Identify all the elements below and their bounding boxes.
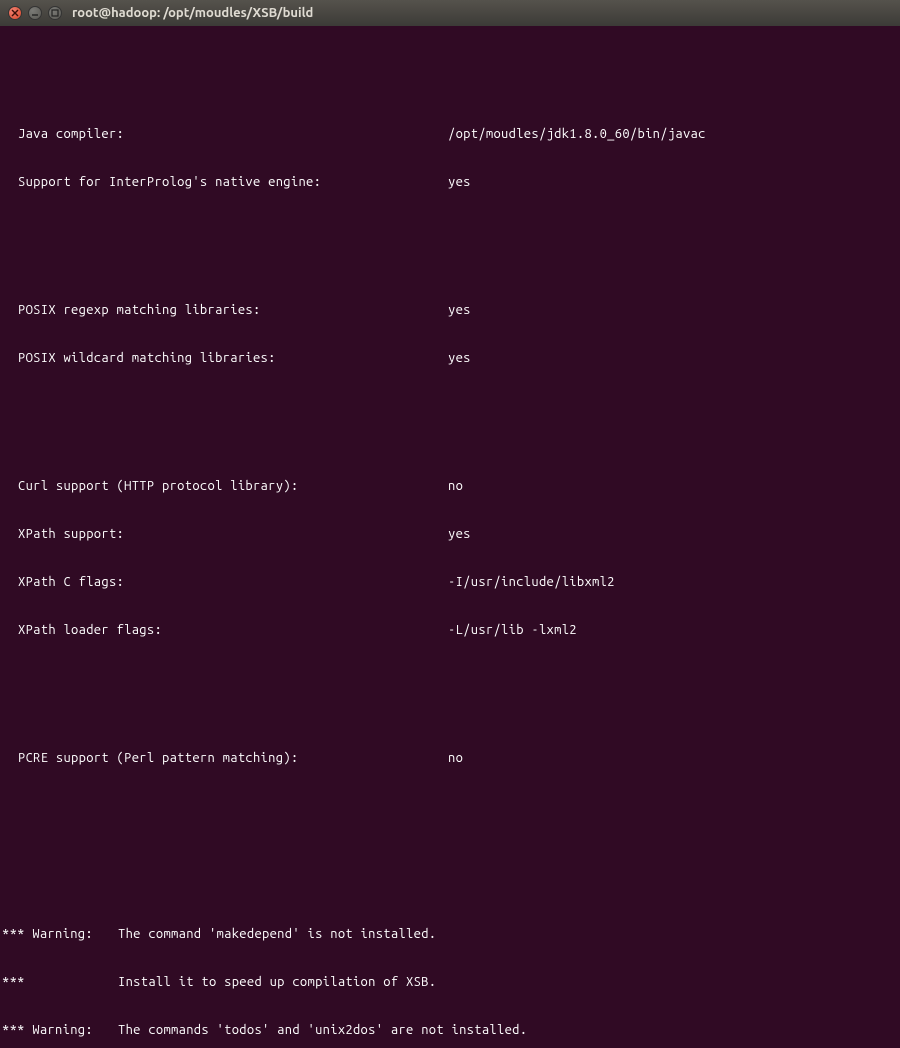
minimize-icon[interactable] — [28, 6, 42, 20]
config-value: yes — [448, 174, 898, 190]
config-label: XPath loader flags: — [2, 622, 448, 638]
warning-prefix: *** Warning: — [2, 926, 118, 942]
config-value: no — [448, 750, 898, 766]
config-row: Curl support (HTTP protocol library): no — [2, 478, 898, 494]
warning-text: The commands 'todos' and 'unix2dos' are … — [118, 1022, 898, 1038]
config-row: XPath loader flags: -L/usr/lib -lxml2 — [2, 622, 898, 638]
config-row: Support for InterProlog's native engine:… — [2, 174, 898, 190]
config-value: /opt/moudles/jdk1.8.0_60/bin/javac — [448, 126, 898, 142]
config-label: Support for InterProlog's native engine: — [2, 174, 448, 190]
config-row: XPath C flags: -I/usr/include/libxml2 — [2, 574, 898, 590]
config-row: PCRE support (Perl pattern matching): no — [2, 750, 898, 766]
warning-prefix: *** Warning: — [2, 1022, 118, 1038]
config-value: yes — [448, 526, 898, 542]
config-value: yes — [448, 350, 898, 366]
config-label: PCRE support (Perl pattern matching): — [2, 750, 448, 766]
window-titlebar: root@hadoop: /opt/moudles/XSB/build — [0, 0, 900, 26]
config-label: POSIX regexp matching libraries: — [2, 302, 448, 318]
window-title: root@hadoop: /opt/moudles/XSB/build — [72, 5, 313, 21]
terminal-output[interactable]: Java compiler: /opt/moudles/jdk1.8.0_60/… — [0, 26, 900, 1048]
config-label: Curl support (HTTP protocol library): — [2, 478, 448, 494]
config-value: no — [448, 478, 898, 494]
config-value: yes — [448, 302, 898, 318]
warning-text: The command 'makedepend' is not installe… — [118, 926, 898, 942]
config-value: -I/usr/include/libxml2 — [448, 574, 898, 590]
warning-prefix: *** — [2, 974, 118, 990]
warning-row: *** Install it to speed up compilation o… — [2, 974, 898, 990]
config-label: POSIX wildcard matching libraries: — [2, 350, 448, 366]
config-row: POSIX regexp matching libraries: yes — [2, 302, 898, 318]
maximize-icon[interactable] — [48, 6, 62, 20]
close-icon[interactable] — [8, 6, 22, 20]
warning-row: *** Warning: The command 'makedepend' is… — [2, 926, 898, 942]
config-row: POSIX wildcard matching libraries: yes — [2, 350, 898, 366]
warning-row: *** Warning: The commands 'todos' and 'u… — [2, 1022, 898, 1038]
window-buttons — [8, 6, 62, 20]
warning-text: Install it to speed up compilation of XS… — [118, 974, 898, 990]
config-value: -L/usr/lib -lxml2 — [448, 622, 898, 638]
config-label: XPath support: — [2, 526, 448, 542]
config-label: Java compiler: — [2, 126, 448, 142]
config-label: XPath C flags: — [2, 574, 448, 590]
config-row: XPath support: yes — [2, 526, 898, 542]
config-row: Java compiler: /opt/moudles/jdk1.8.0_60/… — [2, 126, 898, 142]
